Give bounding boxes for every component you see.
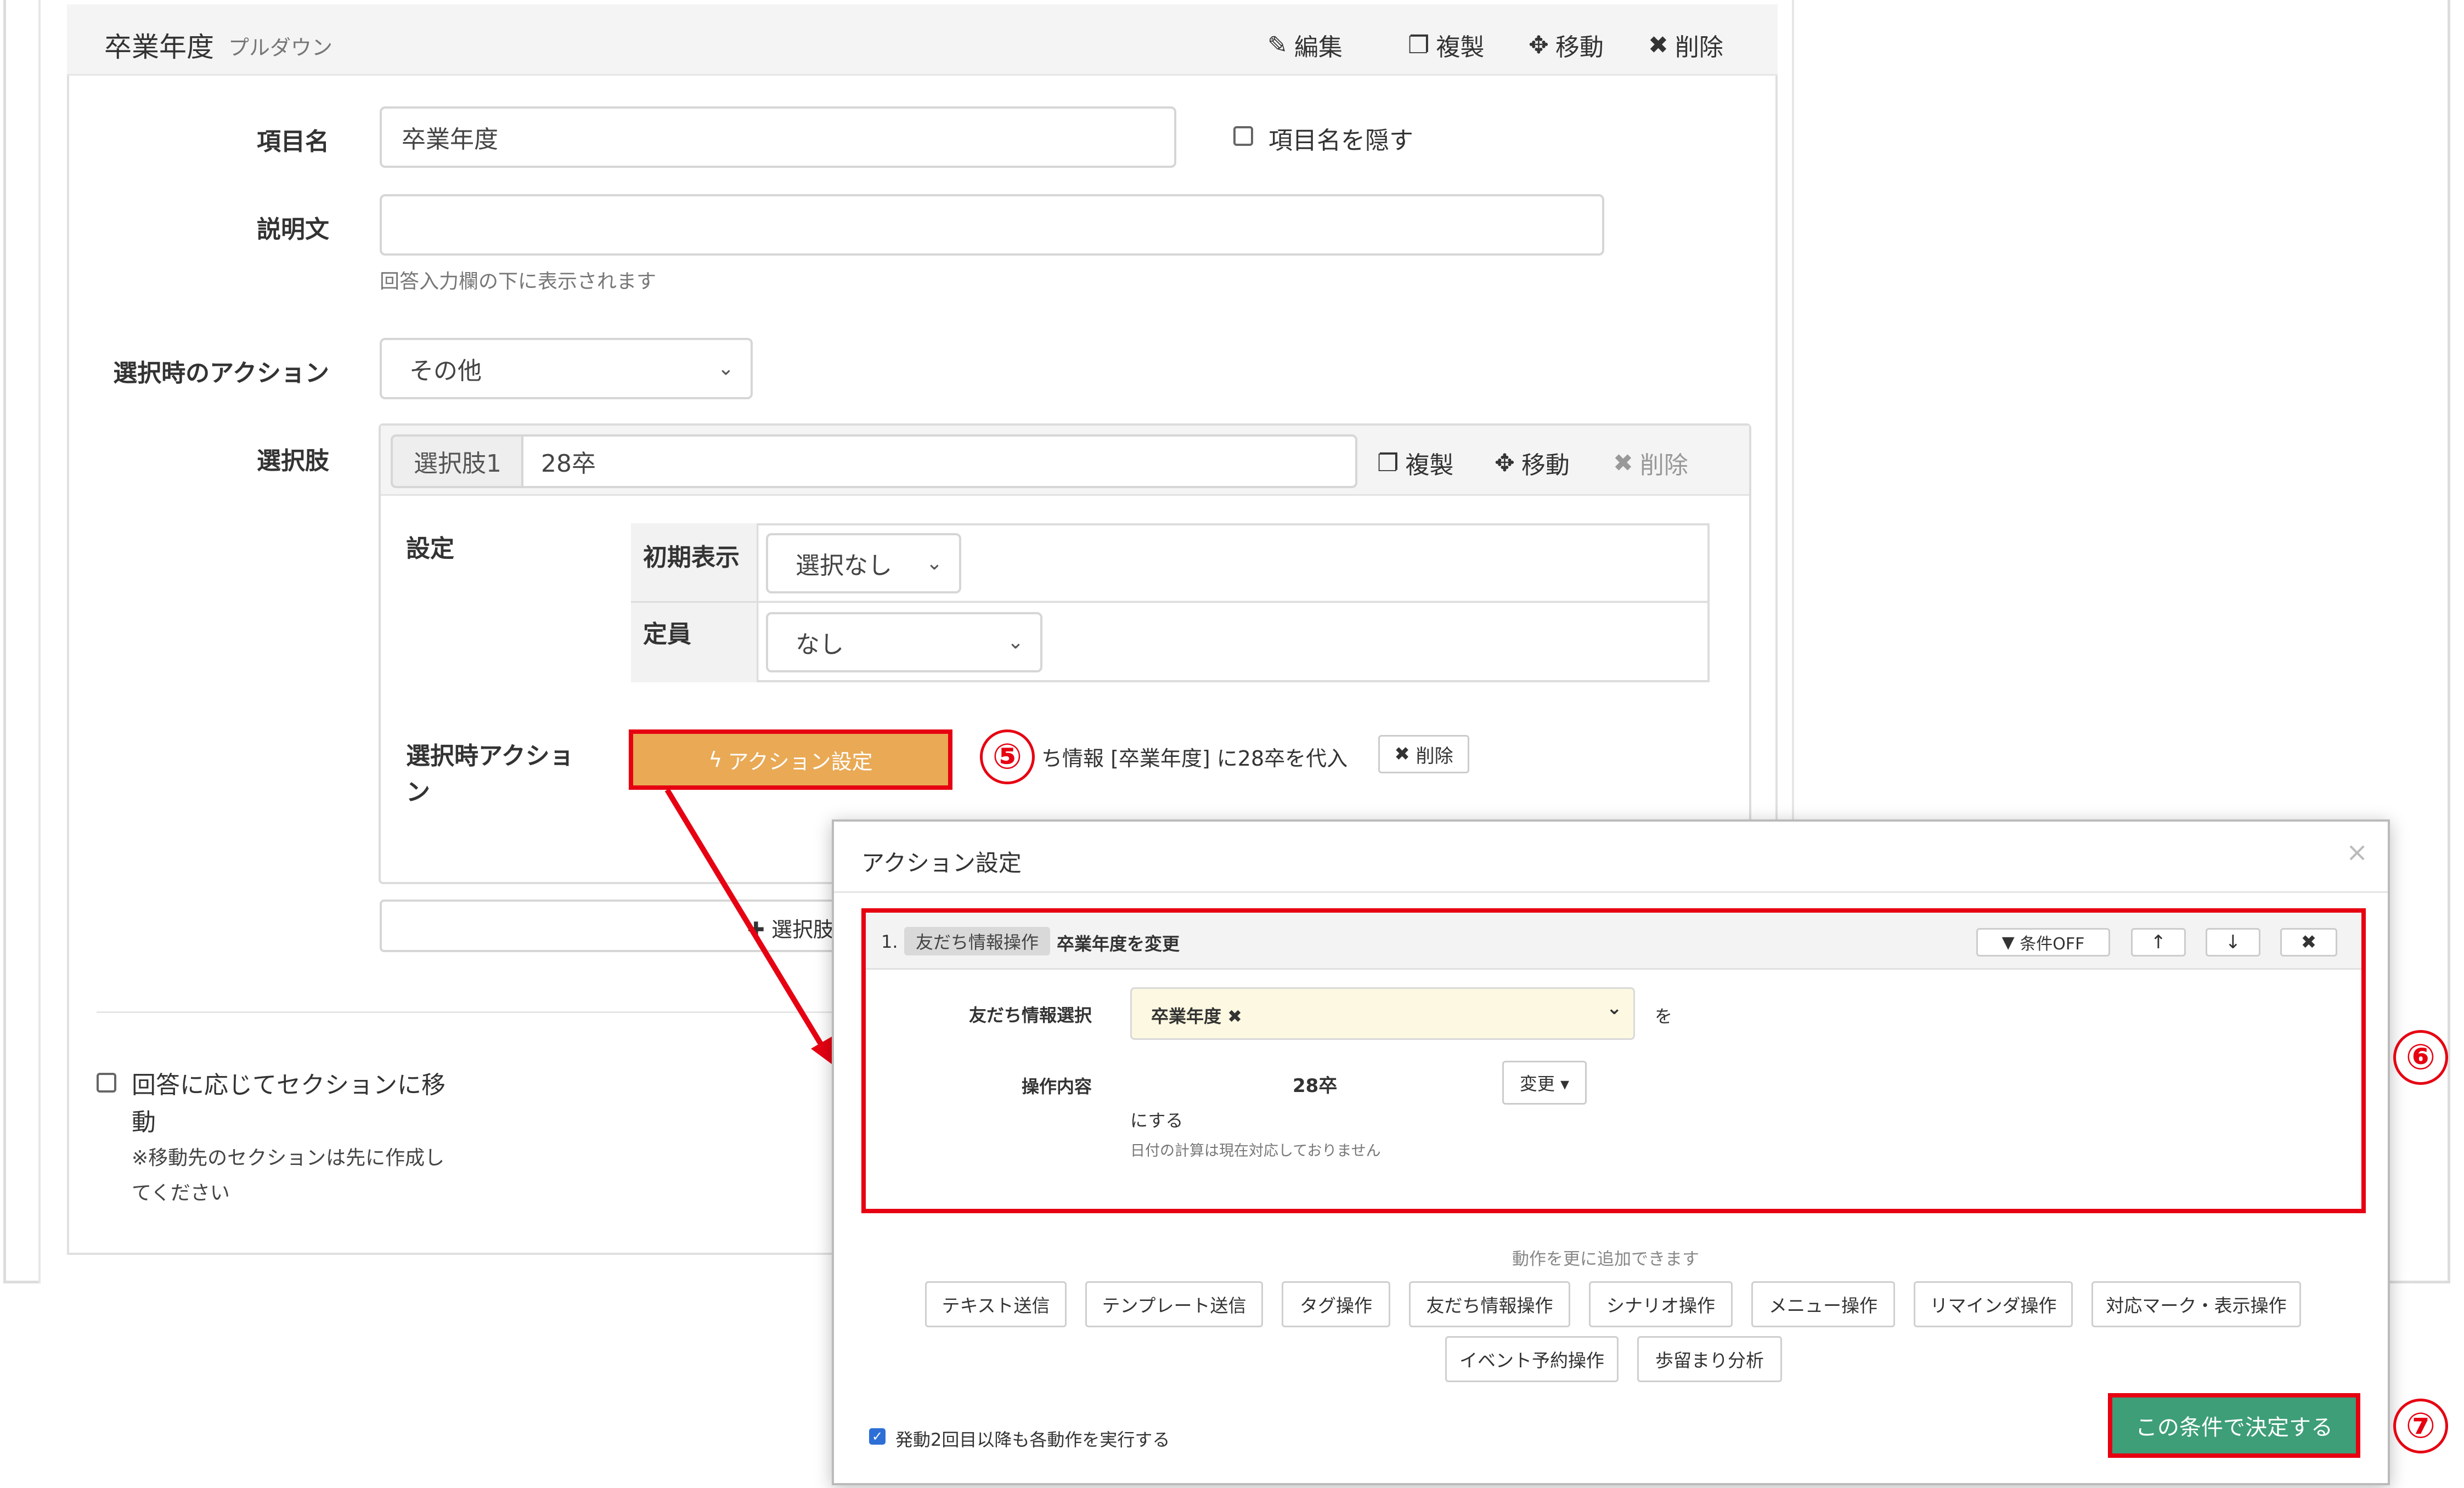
modal-close-icon[interactable]: × — [2346, 837, 2368, 868]
operation-value: 28卒 — [1293, 1075, 1338, 1097]
friend-select-label: 友だち情報選択 — [968, 1005, 1092, 1026]
modal-title: アクション設定 — [861, 850, 1022, 876]
action-row-index: 1. — [881, 931, 898, 952]
arrow-up-icon: ↑ — [2150, 931, 2167, 953]
step-6-marker: ⑥ — [2393, 1030, 2448, 1085]
condition-off-button[interactable]: ▼ 条件OFF — [1976, 928, 2110, 957]
event-booking-action-button[interactable]: イベント予約操作 — [1445, 1336, 1619, 1382]
reminder-action-button[interactable]: リマインダ操作 — [1914, 1281, 2073, 1327]
chevron-down-icon: ⌄ — [1606, 997, 1622, 1019]
text-send-button[interactable]: テキスト送信 — [925, 1281, 1067, 1327]
repeat-label: 発動2回目以降も各動作を実行する — [895, 1429, 1170, 1450]
menu-action-button[interactable]: メニュー操作 — [1751, 1281, 1895, 1327]
step-7-marker: ⑦ — [2393, 1399, 2448, 1453]
check-icon: ✓ — [869, 1428, 886, 1445]
action-row-title: 卒業年度を変更 — [1057, 933, 1180, 954]
friend-info-action-button[interactable]: 友だち情報操作 — [1409, 1281, 1570, 1327]
tag-action-button[interactable]: タグ操作 — [1282, 1281, 1390, 1327]
confirm-button[interactable]: この条件で決定する — [2108, 1393, 2360, 1458]
repeat-checkbox[interactable]: ✓ — [869, 1428, 886, 1445]
add-more-hint: 動作を更に追加できます — [1512, 1249, 1699, 1269]
remove-action-button[interactable]: ✖ — [2280, 928, 2337, 957]
date-note: 日付の計算は現在対応しておりません — [1130, 1142, 1381, 1159]
scenario-action-button[interactable]: シナリオ操作 — [1589, 1281, 1733, 1327]
template-send-button[interactable]: テンプレート送信 — [1085, 1281, 1263, 1327]
modal-header — [834, 822, 2388, 893]
operation-label: 操作内容 — [1021, 1076, 1092, 1097]
condition-off-label: 条件OFF — [2020, 935, 2085, 954]
close-icon: ✖ — [2301, 931, 2317, 953]
wo-particle: を — [1655, 1006, 1673, 1027]
action-row-tag: 友だち情報操作 — [904, 927, 1050, 955]
move-up-button[interactable]: ↑ — [2131, 928, 2186, 957]
change-button[interactable]: 変更 ▾ — [1502, 1061, 1587, 1105]
mark-display-action-button[interactable]: 対応マーク・表示操作 — [2091, 1281, 2301, 1327]
yield-analysis-button[interactable]: 歩留まり分析 — [1637, 1336, 1782, 1382]
friend-info-selected-value[interactable]: 卒業年度 ✖ — [1151, 1003, 1242, 1028]
filter-icon: ▼ — [2001, 932, 2015, 952]
arrow-down-icon: ↓ — [2225, 931, 2241, 953]
suru-text: にする — [1130, 1110, 1183, 1131]
move-down-button[interactable]: ↓ — [2206, 928, 2260, 957]
